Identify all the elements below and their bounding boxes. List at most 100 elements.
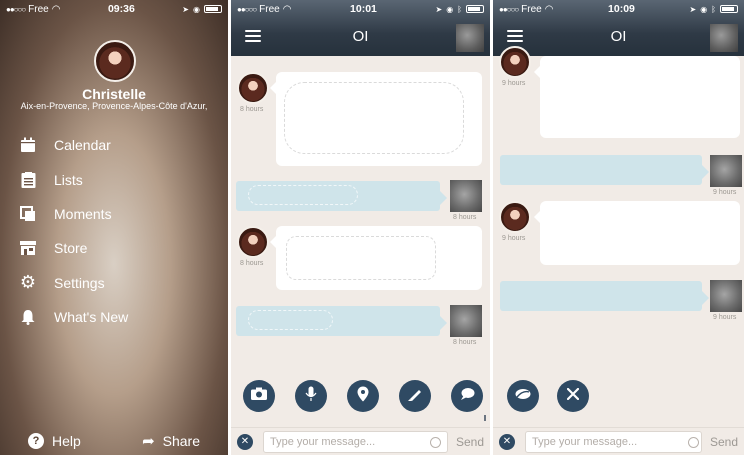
message-time: 8 hours — [240, 260, 264, 267]
location-pin-icon — [357, 386, 369, 407]
message-time: 8 hours — [453, 339, 477, 346]
menu-item-store[interactable]: Store — [18, 231, 128, 265]
menu-item-lists[interactable]: Lists — [18, 162, 128, 196]
share-button[interactable]: ➦ Share — [142, 432, 200, 450]
location-arrow-icon: ➤ — [689, 4, 697, 14]
location-button[interactable] — [347, 380, 379, 412]
menu-item-whats-new[interactable]: What's New — [18, 300, 128, 334]
message-composer: ✕ Send — [231, 427, 490, 455]
eraser-icon — [515, 387, 531, 405]
eraser-button[interactable] — [507, 380, 539, 412]
close-drawing-button[interactable] — [557, 380, 589, 412]
pencil-icon — [407, 386, 423, 407]
menu-item-settings[interactable]: ⚙ Settings — [18, 266, 128, 300]
microphone-button[interactable] — [295, 380, 327, 412]
message-bubble-incoming[interactable] — [534, 201, 740, 265]
drawing-content — [248, 310, 333, 330]
clock: 10:01 — [350, 3, 377, 15]
help-icon: ? — [28, 433, 44, 449]
share-label: Share — [162, 433, 200, 449]
wifi-icon: ◠ — [282, 3, 292, 15]
message-time: 8 hours — [240, 106, 264, 113]
avatar[interactable] — [499, 201, 531, 233]
message-bubble-incoming[interactable] — [534, 56, 740, 138]
chat-screen-2: ●●○○○ Free ◠ 10:09 ➤ ◉ ᛒ OI 9 hours 9 hour… — [493, 0, 744, 455]
message-time: 9 hours — [502, 235, 526, 242]
message-composer: ✕ Send — [493, 427, 744, 455]
photo-thumbnail[interactable] — [710, 155, 742, 187]
photo-thumbnail[interactable] — [450, 180, 482, 212]
message-bubble-incoming[interactable] — [270, 226, 482, 290]
menu-item-moments[interactable]: Moments — [18, 197, 128, 231]
close-composer-button[interactable]: ✕ — [499, 433, 515, 450]
menu-item-label: Lists — [54, 171, 83, 188]
send-button[interactable]: Send — [710, 435, 738, 449]
carrier-label: Free — [521, 3, 542, 15]
avatar[interactable] — [237, 226, 269, 258]
close-composer-button[interactable]: ✕ — [237, 433, 253, 450]
message-bubble-outgoing[interactable] — [500, 281, 709, 311]
alarm-icon: ◉ — [193, 4, 200, 14]
menu-list: Calendar Lists Moments Store ⚙ Settings … — [18, 128, 128, 334]
status-bar: ●●○○○ Free ◠ 09:36 ➤ ◉ — [0, 0, 228, 18]
menu-footer: ? Help ➦ Share — [0, 427, 228, 455]
message-input[interactable] — [525, 430, 702, 453]
chat-bubble-button[interactable] — [451, 380, 483, 412]
chat-header: ●●○○○ Free ◠ 10:01 ➤ ◉ ᛒ OI — [231, 0, 490, 56]
battery-icon — [719, 5, 738, 13]
status-bar: ●●○○○ Free ◠ 10:01 ➤ ◉ ᛒ — [231, 0, 490, 18]
emoji-icon[interactable] — [430, 437, 441, 448]
emoji-icon[interactable] — [688, 437, 699, 448]
chat-title: OI — [352, 28, 369, 45]
contact-thumbnail[interactable] — [456, 24, 484, 52]
gear-icon: ⚙ — [19, 272, 37, 293]
message-time: 9 hours — [713, 314, 737, 321]
chat-bubble-icon — [459, 387, 475, 406]
draw-button[interactable] — [399, 380, 431, 412]
close-icon: ✕ — [502, 436, 512, 447]
bluetooth-icon: ᛒ — [711, 4, 716, 14]
share-icon: ➦ — [142, 433, 155, 450]
camera-button[interactable] — [243, 380, 275, 412]
drawing-content — [284, 82, 464, 154]
menu-item-label: Calendar — [54, 137, 111, 154]
contact-thumbnail[interactable] — [710, 24, 738, 52]
help-label: Help — [52, 433, 81, 449]
message-bubble-incoming[interactable] — [270, 72, 482, 166]
store-icon — [18, 238, 38, 258]
carrier-label: Free — [259, 3, 280, 15]
bluetooth-icon: ᛒ — [457, 4, 462, 14]
microphone-icon — [305, 386, 317, 407]
menu-item-label: Moments — [54, 205, 112, 222]
profile-name: Christelle — [82, 86, 146, 102]
menu-item-calendar[interactable]: Calendar — [18, 128, 128, 162]
message-input[interactable] — [263, 430, 448, 453]
message-time: 8 hours — [453, 214, 477, 221]
chat-header: ●●○○○ Free ◠ 10:09 ➤ ◉ ᛒ OI — [493, 0, 744, 56]
send-button[interactable]: Send — [456, 435, 484, 449]
drawing-content — [248, 185, 358, 205]
profile-avatar[interactable] — [94, 40, 136, 82]
attachment-actions — [243, 380, 483, 412]
photo-thumbnail[interactable] — [450, 305, 482, 337]
message-time: 9 hours — [502, 80, 526, 87]
list-icon — [18, 170, 38, 190]
avatar[interactable] — [499, 46, 531, 78]
battery-icon — [203, 5, 222, 13]
status-bar: ●●○○○ Free ◠ 10:09 ➤ ◉ ᛒ — [493, 0, 744, 18]
camera-icon — [251, 387, 267, 405]
clock: 10:09 — [608, 3, 635, 15]
side-menu-screen: ●●○○○ Free ◠ 09:36 ➤ ◉ Christelle Aix-en-… — [0, 0, 228, 455]
drawing-content — [286, 236, 436, 280]
message-bubble-outgoing[interactable] — [500, 155, 709, 185]
avatar[interactable] — [237, 72, 269, 104]
wifi-icon: ◠ — [544, 3, 554, 15]
help-button[interactable]: ? Help — [28, 433, 81, 449]
message-bubble-outgoing[interactable] — [236, 306, 447, 336]
location-arrow-icon: ➤ — [435, 4, 443, 14]
photo-thumbnail[interactable] — [710, 280, 742, 312]
close-icon — [566, 387, 580, 405]
signal-icon: ●●○○○ — [237, 4, 257, 14]
calendar-icon — [18, 135, 38, 155]
message-bubble-outgoing[interactable] — [236, 181, 447, 211]
